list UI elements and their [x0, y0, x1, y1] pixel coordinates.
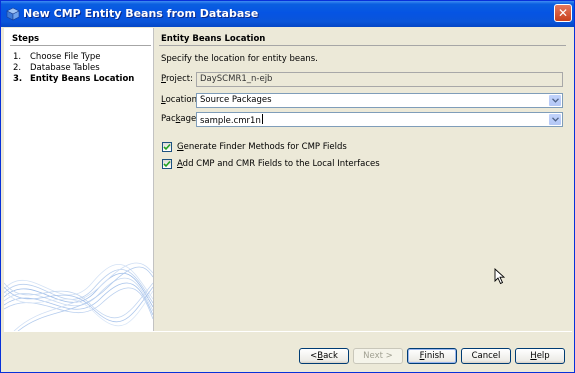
- step-label: Entity Beans Location: [30, 74, 135, 84]
- step-label: Database Tables: [30, 63, 100, 73]
- step-item-current: 3. Entity Beans Location: [13, 74, 134, 84]
- netbeans-cube-icon: [6, 7, 20, 21]
- step-number: 1.: [13, 52, 22, 62]
- button-text: Cancel: [471, 351, 501, 361]
- decorative-waves-image: [4, 262, 153, 331]
- chevron-down-icon: [551, 98, 559, 103]
- close-icon: ✕: [557, 6, 569, 20]
- button-text: elp: [536, 351, 550, 361]
- button-text: inish: [424, 351, 445, 361]
- cancel-button[interactable]: Cancel: [461, 348, 511, 364]
- package-label: Package:: [161, 114, 199, 124]
- chevron-down-icon: [551, 117, 559, 122]
- back-button[interactable]: < Back: [299, 348, 349, 364]
- button-text: Next >: [363, 351, 393, 361]
- steps-title: Steps: [12, 34, 40, 44]
- close-button[interactable]: ✕: [554, 4, 572, 22]
- title-divider: [159, 45, 566, 46]
- mouse-pointer-icon: [494, 268, 505, 285]
- project-label: Project:: [161, 74, 193, 84]
- add-cmp-fields-label[interactable]: Add CMP and CMR Fields to the Local Inte…: [177, 159, 380, 169]
- generate-finder-label[interactable]: Generate Finder Methods for CMP Fields: [177, 142, 347, 152]
- main-panel: Entity Beans Location Specify the locati…: [154, 28, 572, 331]
- package-value: sample.cmr1n: [200, 116, 261, 126]
- generate-finder-checkbox[interactable]: [162, 142, 172, 152]
- next-button[interactable]: Next >: [353, 348, 403, 364]
- package-combobox[interactable]: sample.cmr1n: [196, 112, 563, 127]
- label-text: dd CMP and CMR Fields to the Local Inter…: [182, 159, 380, 169]
- wizard-window: New CMP Entity Beans from Database ✕ Ste…: [0, 0, 575, 373]
- window-title: New CMP Entity Beans from Database: [23, 7, 259, 20]
- project-value: DaySCMR1_n-ejb: [200, 74, 273, 84]
- finish-button[interactable]: Finish: [407, 348, 457, 364]
- step-item: 1. Choose File Type: [13, 52, 101, 62]
- step-number: 3.: [13, 74, 23, 84]
- title-bar[interactable]: New CMP Entity Beans from Database ✕: [1, 1, 574, 27]
- location-combobox[interactable]: Source Packages: [196, 93, 563, 108]
- step-label: Choose File Type: [30, 52, 101, 62]
- button-bar: < Back Next > Finish Cancel Help: [4, 331, 572, 371]
- description-text: Specify the location for entity beans.: [161, 54, 318, 64]
- steps-panel: Steps 1. Choose File Type 2. Database Tabl…: [4, 28, 154, 331]
- checkmark-icon: [163, 160, 171, 168]
- help-button[interactable]: Help: [515, 348, 565, 364]
- location-dropdown-button[interactable]: [549, 95, 561, 106]
- mnemonic: G: [177, 142, 184, 152]
- button-text: ack: [323, 351, 338, 361]
- label-text: Pac: [161, 114, 176, 124]
- text-caret: [261, 114, 263, 124]
- step-number: 2.: [13, 63, 22, 73]
- step-item: 2. Database Tables: [13, 63, 100, 73]
- button-text: <: [310, 351, 318, 361]
- label-text: enerate Finder Methods for CMP Fields: [183, 142, 347, 152]
- location-label: Location:: [161, 95, 200, 105]
- label-text: roject:: [165, 74, 193, 84]
- label-text: ocation:: [165, 95, 200, 105]
- add-cmp-fields-checkbox[interactable]: [162, 159, 172, 169]
- checkmark-icon: [163, 143, 171, 151]
- package-dropdown-button[interactable]: [549, 114, 561, 125]
- steps-divider: [10, 45, 151, 46]
- location-value: Source Packages: [200, 95, 272, 105]
- page-title: Entity Beans Location: [161, 34, 266, 44]
- project-field: DaySCMR1_n-ejb: [196, 72, 563, 87]
- wizard-content: Steps 1. Choose File Type 2. Database Tabl…: [4, 28, 572, 370]
